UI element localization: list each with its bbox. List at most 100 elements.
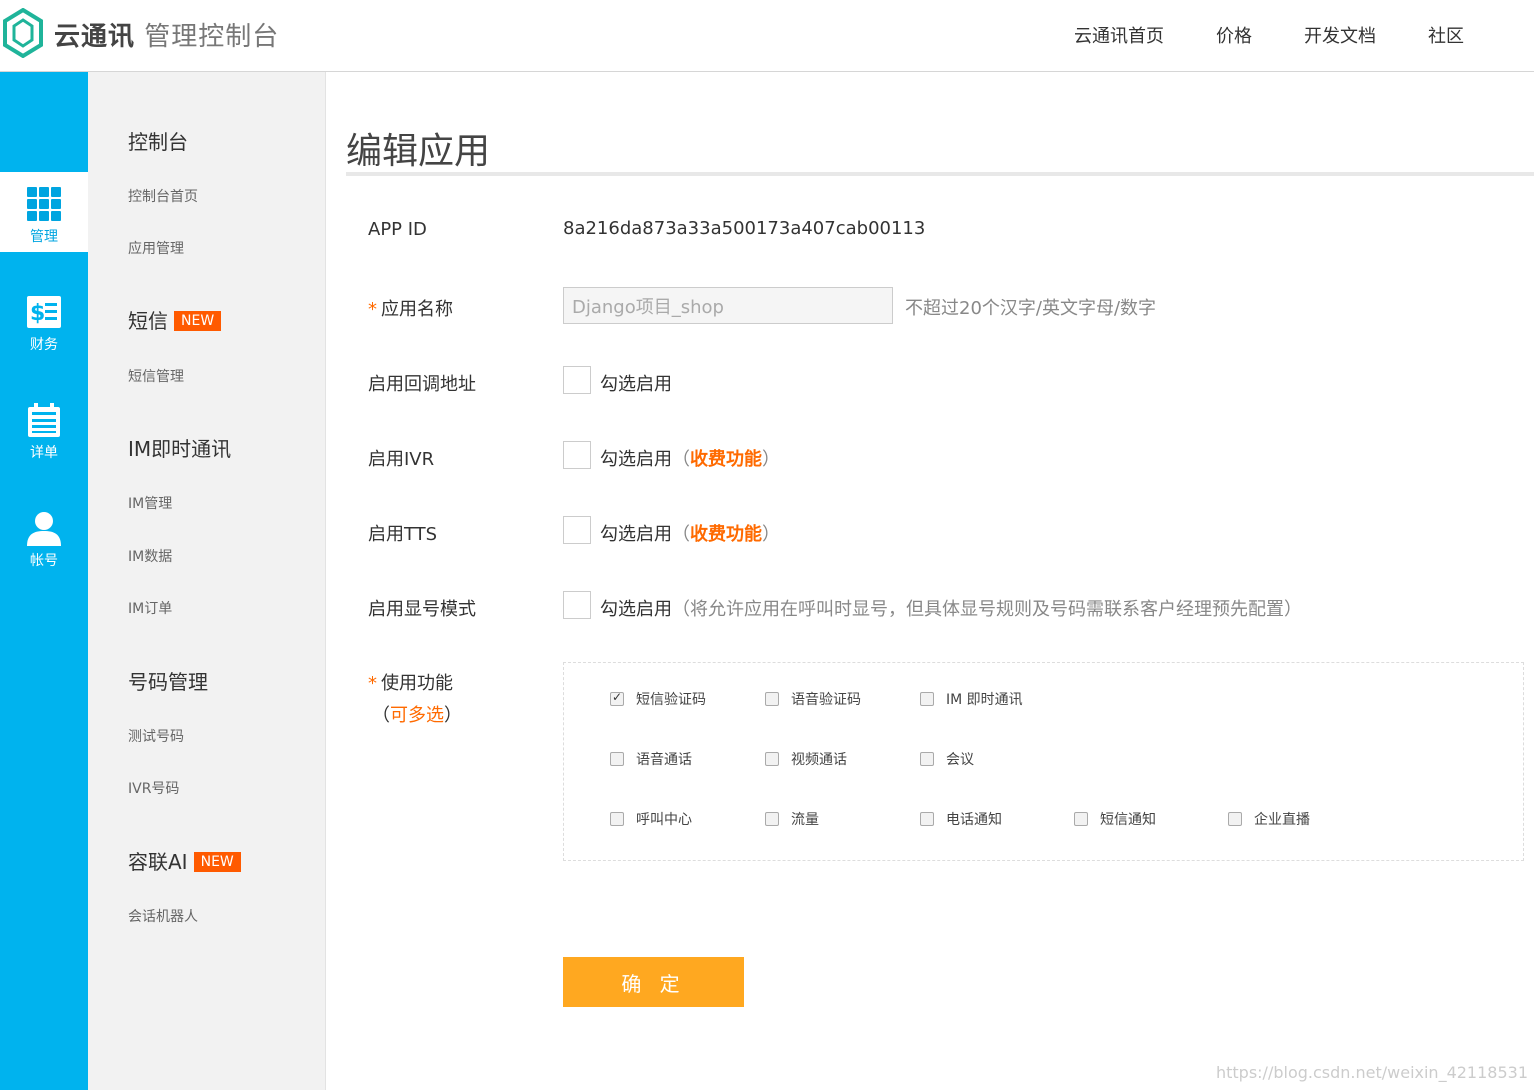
paid-feature-text: 收费功能 xyxy=(690,524,762,545)
feature-phone-notify[interactable]: 电话通知 xyxy=(920,809,1002,829)
display-mode-check-text: 勾选启用（将允许应用在呼叫时显号，但具体显号规则及号码需联系客户经理预先配置） xyxy=(600,595,1302,621)
feature-label: IM 即时通讯 xyxy=(946,692,1023,708)
top-nav: 云通讯首页 价格 开发文档 社区 xyxy=(1074,22,1464,48)
features-label-text: 使用功能 xyxy=(381,673,453,694)
required-mark: * xyxy=(368,673,377,694)
feature-im[interactable]: IM 即时通讯 xyxy=(920,689,1023,709)
rail-item-account[interactable]: 帐号 xyxy=(0,496,88,576)
calendar-list-icon xyxy=(28,403,60,437)
sidebar-item-chatbot[interactable]: 会话机器人 xyxy=(128,906,198,926)
display-mode-label: 启用显号模式 xyxy=(368,599,476,620)
checkbox-icon xyxy=(920,752,934,766)
feature-live-stream[interactable]: 企业直播 xyxy=(1228,809,1310,829)
sidebar-item-im-data[interactable]: IM数据 xyxy=(128,546,172,566)
checkbox-icon xyxy=(920,692,934,706)
brand-strong: 云通讯 xyxy=(54,22,136,52)
checkbox-icon xyxy=(610,812,624,826)
sidebar-item-im-manage[interactable]: IM管理 xyxy=(128,493,172,513)
feature-label: 视频通话 xyxy=(791,752,847,768)
callback-label: 启用回调地址 xyxy=(368,374,476,395)
paren-close: ） xyxy=(762,524,780,545)
new-badge: NEW xyxy=(174,311,222,331)
logo-hexagon-icon[interactable] xyxy=(2,8,44,58)
feature-label: 短信通知 xyxy=(1100,812,1156,828)
feature-sms-verify[interactable]: 短信验证码 xyxy=(610,689,706,709)
checkbox-icon xyxy=(765,812,779,826)
features-multi-hint: （可多选） xyxy=(372,701,462,727)
app-name-label-text: 应用名称 xyxy=(381,299,453,320)
app-name-input[interactable] xyxy=(563,287,893,324)
paren-close: ） xyxy=(444,705,462,726)
feature-voice-call[interactable]: 语音通话 xyxy=(610,749,692,769)
sidebar-group-number[interactable]: 号码管理 xyxy=(128,666,208,695)
callback-checkbox[interactable] xyxy=(563,366,591,394)
nav-docs-link[interactable]: 开发文档 xyxy=(1304,22,1376,48)
feature-label: 语音验证码 xyxy=(791,692,861,708)
confirm-button[interactable]: 确 定 xyxy=(563,957,744,1007)
display-mode-note: （将允许应用在呼叫时显号，但具体显号规则及号码需联系客户经理预先配置） xyxy=(672,599,1302,620)
nav-home-link[interactable]: 云通讯首页 xyxy=(1074,22,1164,48)
feature-label: 呼叫中心 xyxy=(636,812,692,828)
feature-video-call[interactable]: 视频通话 xyxy=(765,749,847,769)
sidebar-item-im-orders[interactable]: IM订单 xyxy=(128,598,172,618)
feature-label: 语音通话 xyxy=(636,752,692,768)
page-title: 编辑应用 xyxy=(346,131,491,172)
sidebar-item-ivr-number[interactable]: IVR号码 xyxy=(128,778,179,798)
paid-feature-text: 收费功能 xyxy=(690,449,762,470)
svg-text:$: $ xyxy=(30,301,45,326)
sidebar-group-console[interactable]: 控制台 xyxy=(128,126,188,155)
rail-item-details[interactable]: 详单 xyxy=(0,388,88,468)
check-text: 勾选启用 xyxy=(600,599,672,620)
nav-community-link[interactable]: 社区 xyxy=(1428,22,1464,48)
nav-pricing-link[interactable]: 价格 xyxy=(1216,22,1252,48)
feature-label: 流量 xyxy=(791,812,819,828)
display-mode-checkbox[interactable] xyxy=(563,591,591,619)
features-label: * 使用功能 xyxy=(368,669,453,695)
ivr-checkbox[interactable] xyxy=(563,441,591,469)
app-name-hint: 不超过20个汉字/英文字母/数字 xyxy=(905,298,1157,319)
sidebar-group-im[interactable]: IM即时通讯 xyxy=(128,433,231,462)
sidebar-item-console-home[interactable]: 控制台首页 xyxy=(128,186,198,206)
title-divider xyxy=(346,172,1534,176)
sidebar-group-label: 容联AI xyxy=(128,850,188,874)
sidebar-item-test-number[interactable]: 测试号码 xyxy=(128,726,184,746)
ivr-label: 启用IVR xyxy=(368,449,435,470)
tts-label: 启用TTS xyxy=(368,524,438,545)
rail-item-finance[interactable]: $ 财务 xyxy=(0,280,88,360)
feature-voice-verify[interactable]: 语音验证码 xyxy=(765,689,861,709)
sidebar-item-app-manage[interactable]: 应用管理 xyxy=(128,238,184,258)
sidebar-group-ai[interactable]: 容联AI NEW xyxy=(128,846,241,875)
rail-label: 帐号 xyxy=(30,553,58,569)
sidebar-group-sms[interactable]: 短信 NEW xyxy=(128,305,222,334)
feature-sms-notify[interactable]: 短信通知 xyxy=(1074,809,1156,829)
checkbox-icon xyxy=(1228,812,1242,826)
rail-label: 管理 xyxy=(30,229,58,245)
feature-label: 企业直播 xyxy=(1254,812,1310,828)
app-id-label: APP ID xyxy=(368,219,427,240)
icon-rail: 管理 $ 财务 详单 帐号 xyxy=(0,72,88,1090)
feature-label: 电话通知 xyxy=(946,812,1002,828)
features-box: 短信验证码 语音验证码 IM 即时通讯 语音通话 视频通话 会议 呼叫中心 流量… xyxy=(563,662,1524,861)
tts-check-text: 勾选启用（收费功能） xyxy=(600,520,780,546)
checkbox-icon xyxy=(765,692,779,706)
rail-label: 详单 xyxy=(30,445,58,461)
checkbox-checked-icon xyxy=(610,690,624,706)
sidebar-group-label: 短信 xyxy=(128,309,168,333)
feature-meeting[interactable]: 会议 xyxy=(920,749,974,769)
feature-label: 短信验证码 xyxy=(636,692,706,708)
top-header: 云通讯 管理控制台 云通讯首页 价格 开发文档 社区 xyxy=(0,0,1534,72)
paren-close: ） xyxy=(762,449,780,470)
sidebar-item-sms-manage[interactable]: 短信管理 xyxy=(128,366,184,386)
rail-label: 财务 xyxy=(30,337,58,353)
required-mark: * xyxy=(368,299,377,320)
checkbox-icon xyxy=(920,812,934,826)
feature-traffic[interactable]: 流量 xyxy=(765,809,819,829)
tts-checkbox[interactable] xyxy=(563,516,591,544)
check-text: 勾选启用 xyxy=(600,524,672,545)
paren-open: （ xyxy=(672,524,690,545)
ivr-check-text: 勾选启用（收费功能） xyxy=(600,445,780,471)
feature-call-center[interactable]: 呼叫中心 xyxy=(610,809,692,829)
sub-sidebar: 控制台 控制台首页 应用管理 短信 NEW 短信管理 IM即时通讯 IM管理 IM… xyxy=(88,72,326,1090)
app-name-label: * 应用名称 xyxy=(368,295,453,321)
rail-item-manage[interactable]: 管理 xyxy=(0,172,88,252)
